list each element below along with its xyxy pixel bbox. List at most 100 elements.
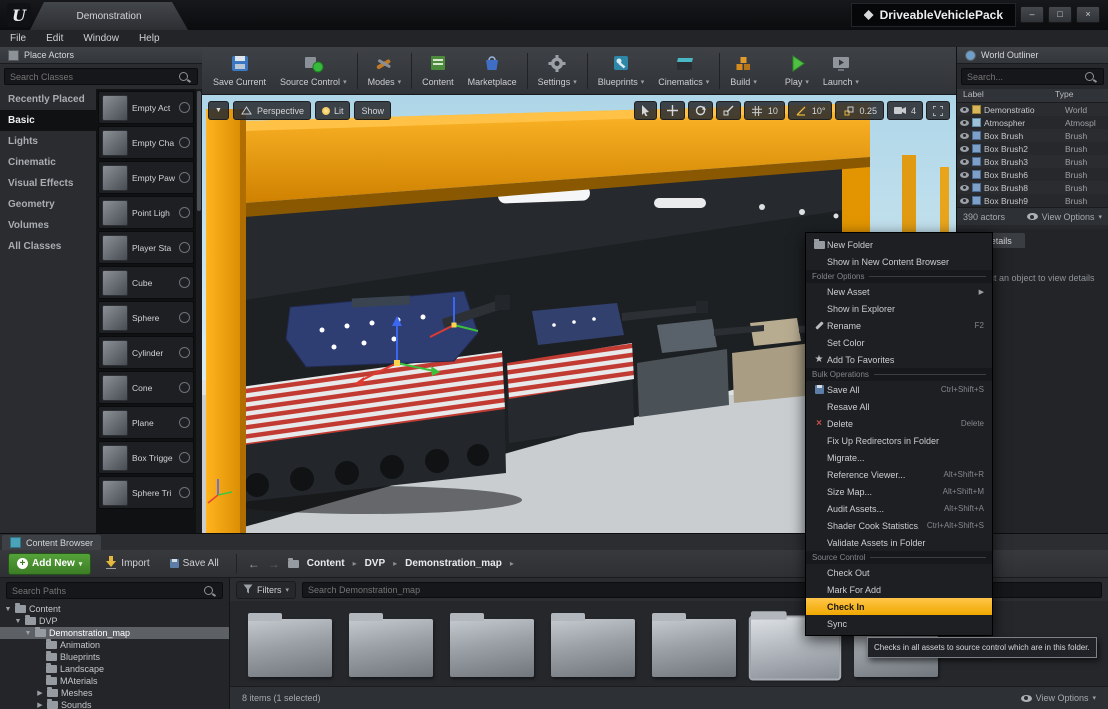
breadcrumb-dvp[interactable]: DVP <box>365 558 386 569</box>
tree-item-dvp[interactable]: ▼DVP <box>0 615 229 627</box>
breadcrumb-demonstration-map[interactable]: Demonstration_map <box>405 558 502 569</box>
menu-file[interactable]: File <box>0 33 36 44</box>
drag-handle-icon[interactable] <box>179 312 190 323</box>
drag-handle-icon[interactable] <box>179 417 190 428</box>
paths-search-input[interactable] <box>6 582 223 599</box>
menu-item-sync[interactable]: Sync <box>806 615 992 632</box>
actor-item-empty-pawn[interactable]: Empty Paw <box>98 161 194 194</box>
menu-item-save-all[interactable]: Save AllCtrl+Shift+S <box>806 381 992 398</box>
category-all-classes[interactable]: All Classes <box>0 236 96 257</box>
minimize-button[interactable]: – <box>1020 6 1044 23</box>
expand-arrow-icon[interactable]: ▼ <box>14 618 22 625</box>
outliner-search-input[interactable] <box>961 68 1104 85</box>
tree-item-demonstration-map[interactable]: ▼Demonstration_map <box>0 627 229 639</box>
actor-item-cone[interactable]: Cone <box>98 371 194 404</box>
category-geometry[interactable]: Geometry <box>0 194 96 215</box>
play-button[interactable]: Play▾ <box>778 52 816 89</box>
drag-handle-icon[interactable] <box>179 277 190 288</box>
modes-button[interactable]: Modes▾ <box>361 52 409 89</box>
move-tool-button[interactable] <box>660 101 685 120</box>
outliner-row[interactable]: Box Brush3Brush <box>957 155 1108 168</box>
visibility-eye-icon[interactable] <box>960 159 969 165</box>
visibility-eye-icon[interactable] <box>960 133 969 139</box>
source-control-button[interactable]: Source Control▾ <box>273 52 354 89</box>
scale-tool-button[interactable] <box>716 101 741 120</box>
blueprints-button[interactable]: Blueprints▾ <box>591 52 652 89</box>
menu-item-size-map[interactable]: Size Map...Alt+Shift+M <box>806 483 992 500</box>
actor-item-empty-actor[interactable]: Empty Act <box>98 91 194 124</box>
actor-item-empty-character[interactable]: Empty Cha <box>98 126 194 159</box>
menu-item-mark-for-add[interactable]: Mark For Add <box>806 581 992 598</box>
actor-item-player-start[interactable]: Player Sta <box>98 231 194 264</box>
folder-tile[interactable] <box>652 619 736 677</box>
cinematics-button[interactable]: Cinematics▾ <box>651 52 716 89</box>
menu-item-new-folder[interactable]: New Folder <box>806 236 992 253</box>
menu-item-audit-assets[interactable]: Audit Assets...Alt+Shift+A <box>806 500 992 517</box>
visibility-eye-icon[interactable] <box>960 120 969 126</box>
forward-button[interactable]: → <box>268 557 280 571</box>
tree-item-materials[interactable]: MAterials <box>0 675 229 687</box>
filters-button[interactable]: Filters ▾ <box>236 581 296 599</box>
grid-snap-button[interactable]: 10 <box>744 101 785 120</box>
outliner-row[interactable]: AtmospherAtmospl <box>957 116 1108 129</box>
menu-item-check-out[interactable]: Check Out <box>806 564 992 581</box>
category-lights[interactable]: Lights <box>0 131 96 152</box>
actor-item-sphere[interactable]: Sphere <box>98 301 194 334</box>
close-button[interactable]: × <box>1076 6 1100 23</box>
save-current-button[interactable]: Save Current <box>206 52 273 89</box>
actor-item-cube[interactable]: Cube <box>98 266 194 299</box>
menu-item-rename[interactable]: RenameF2 <box>806 317 992 334</box>
settings-button[interactable]: Settings▾ <box>531 52 584 89</box>
category-cinematic[interactable]: Cinematic <box>0 152 96 173</box>
visibility-eye-icon[interactable] <box>960 146 969 152</box>
perspective-button[interactable]: Perspective <box>233 101 311 120</box>
outliner-row[interactable]: Box Brush8Brush <box>957 181 1108 194</box>
drag-handle-icon[interactable] <box>179 242 190 253</box>
visibility-eye-icon[interactable] <box>960 185 969 191</box>
select-tool-button[interactable] <box>634 101 657 120</box>
back-button[interactable]: ← <box>248 557 260 571</box>
show-flags-button[interactable]: Show <box>354 101 391 120</box>
drag-handle-icon[interactable] <box>179 137 190 148</box>
menu-item-migrate[interactable]: Migrate... <box>806 449 992 466</box>
actor-item-box-trigger[interactable]: Box Trigge <box>98 441 194 474</box>
tree-item-landscape[interactable]: Landscape <box>0 663 229 675</box>
menu-item-show-in-explorer[interactable]: Show in Explorer <box>806 300 992 317</box>
build-button[interactable]: Build▾ <box>723 52 764 89</box>
drag-handle-icon[interactable] <box>179 102 190 113</box>
outliner-row[interactable]: Box Brush6Brush <box>957 168 1108 181</box>
level-tab[interactable]: Demonstration <box>30 2 188 30</box>
drag-handle-icon[interactable] <box>179 172 190 183</box>
outliner-view-options-button[interactable]: View Options ▾ <box>1027 212 1102 222</box>
category-recently-placed[interactable]: Recently Placed <box>0 89 96 110</box>
maximize-button[interactable]: □ <box>1048 6 1072 23</box>
menu-item-reference-viewer[interactable]: Reference Viewer...Alt+Shift+R <box>806 466 992 483</box>
expand-arrow-icon[interactable]: ▶ <box>36 701 44 709</box>
folder-tile[interactable] <box>450 619 534 677</box>
camera-speed-button[interactable]: 4 <box>887 101 923 120</box>
menu-item-set-color[interactable]: Set Color <box>806 334 992 351</box>
scale-snap-button[interactable]: 0.25 <box>835 101 884 120</box>
marketplace-button[interactable]: Marketplace <box>461 52 524 89</box>
visibility-eye-icon[interactable] <box>960 107 969 113</box>
content-browser-tab[interactable]: Content Browser <box>2 535 101 550</box>
drag-handle-icon[interactable] <box>179 452 190 463</box>
folder-tile[interactable] <box>551 619 635 677</box>
menu-item-check-in[interactable]: Check In <box>806 598 992 615</box>
breadcrumb-content[interactable]: Content <box>307 558 345 569</box>
rotate-tool-button[interactable] <box>688 101 713 120</box>
rotation-snap-button[interactable]: 10° <box>788 101 833 120</box>
menu-item-validate-assets[interactable]: Validate Assets in Folder <box>806 534 992 551</box>
column-type[interactable]: Type <box>1049 89 1073 102</box>
menu-help[interactable]: Help <box>129 33 170 44</box>
menu-item-add-to-favorites[interactable]: ★Add To Favorites <box>806 351 992 368</box>
expand-arrow-icon[interactable]: ▼ <box>24 630 32 637</box>
viewport-options-button[interactable]: ▼ <box>208 101 229 120</box>
menu-item-fix-up-redirectors[interactable]: Fix Up Redirectors in Folder <box>806 432 992 449</box>
actor-item-sphere-trigger[interactable]: Sphere Tri <box>98 476 194 509</box>
cb-view-options-button[interactable]: View Options ▾ <box>1021 693 1096 703</box>
menu-edit[interactable]: Edit <box>36 33 73 44</box>
actor-item-plane[interactable]: Plane <box>98 406 194 439</box>
import-button[interactable]: Import <box>99 554 155 574</box>
outliner-row[interactable]: Box Brush9Brush <box>957 194 1108 207</box>
